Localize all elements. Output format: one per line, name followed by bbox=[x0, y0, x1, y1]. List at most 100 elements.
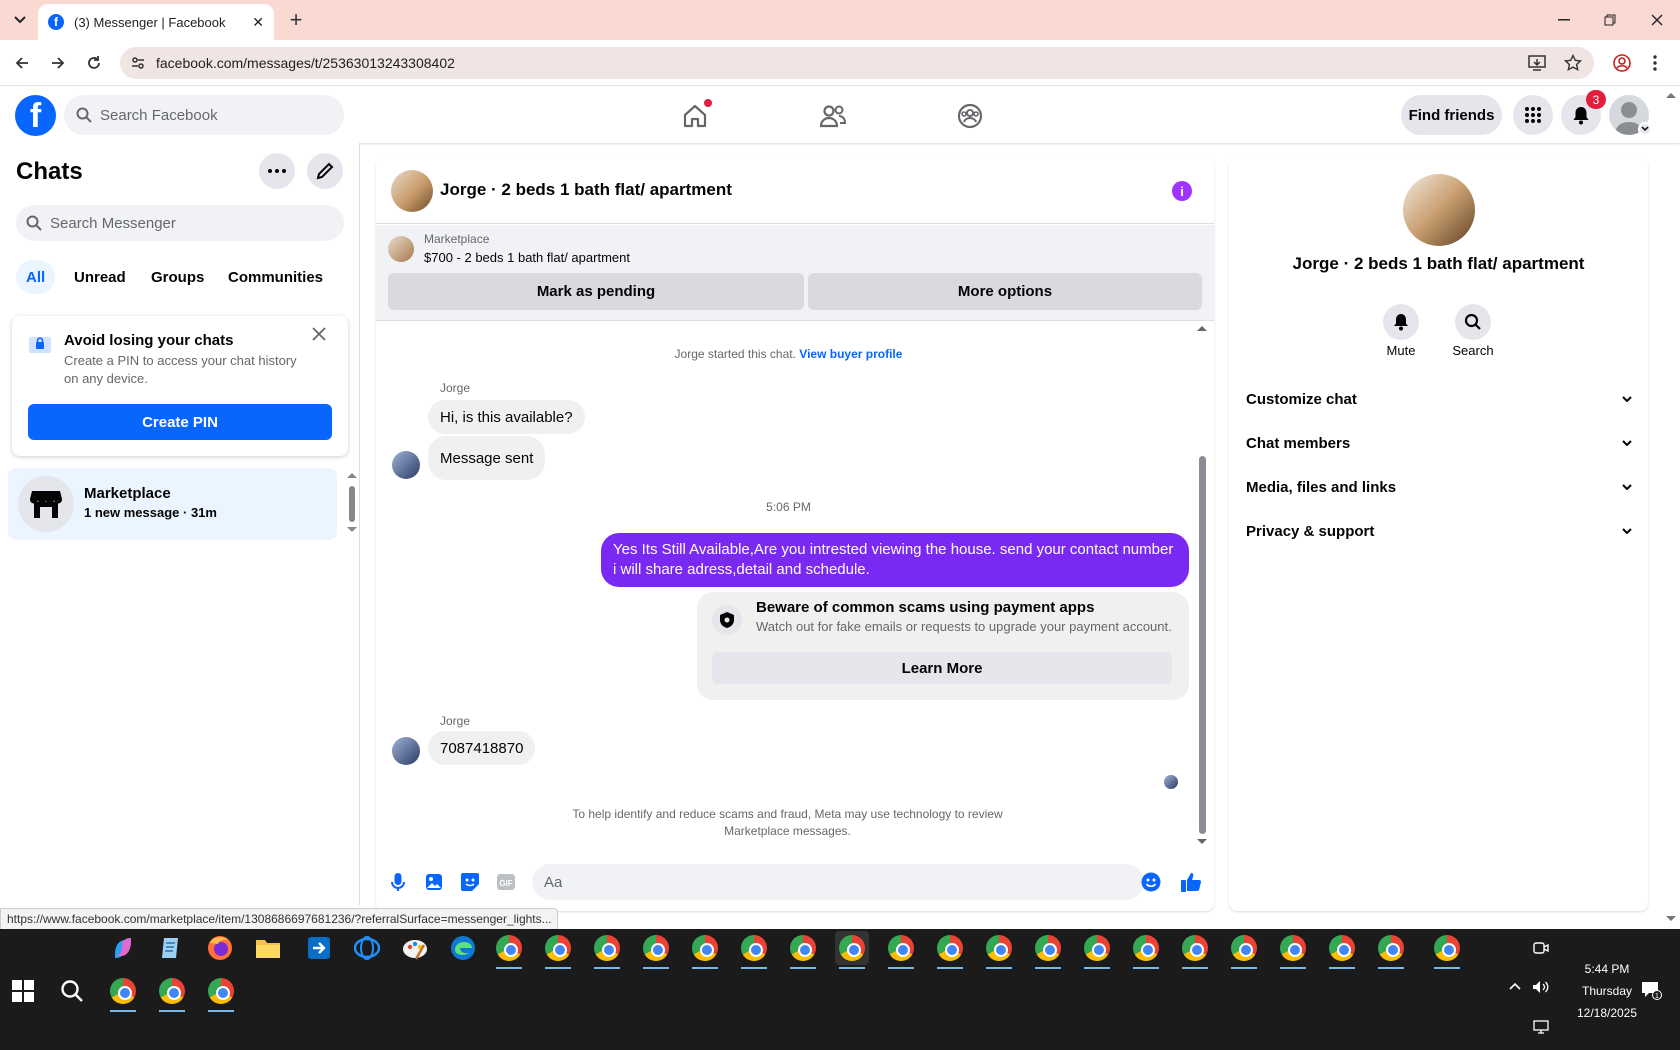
conversation-info-icon[interactable]: i bbox=[1172, 181, 1192, 201]
listing-title[interactable]: $700 - 2 beds 1 bath flat/ apartment bbox=[424, 250, 630, 265]
forward-button[interactable] bbox=[44, 49, 72, 77]
chrome-taskbar-icon[interactable] bbox=[688, 931, 722, 969]
conversation-title[interactable]: Jorge · 2 beds 1 bath flat/ apartment bbox=[440, 180, 732, 200]
new-tab-button[interactable]: + bbox=[284, 7, 308, 32]
meet-now-icon[interactable] bbox=[1533, 940, 1549, 956]
mute-button[interactable] bbox=[1383, 304, 1419, 340]
friends-nav[interactable] bbox=[813, 98, 853, 134]
facebook-search-input[interactable]: Search Facebook bbox=[64, 95, 344, 135]
tab-search-button[interactable] bbox=[8, 8, 32, 32]
filter-communities[interactable]: Communities bbox=[218, 260, 333, 294]
mark-as-pending-button[interactable]: Mark as pending bbox=[388, 273, 804, 310]
tab-close-icon[interactable]: ✕ bbox=[252, 14, 264, 31]
chrome-taskbar-icon[interactable] bbox=[541, 931, 575, 969]
customize-chat-section[interactable]: Customize chat bbox=[1246, 379, 1632, 419]
firefox-icon[interactable] bbox=[203, 931, 237, 965]
show-hidden-icons-chevron-icon[interactable] bbox=[1509, 982, 1521, 990]
bookmark-star-icon[interactable] bbox=[1564, 54, 1582, 72]
sender-avatar[interactable] bbox=[392, 451, 420, 479]
find-friends-button[interactable]: Find friends bbox=[1401, 95, 1502, 135]
file-explorer-icon[interactable] bbox=[251, 931, 285, 965]
page-scroll-down-arrow-icon[interactable] bbox=[1666, 916, 1676, 922]
chrome-taskbar-icon[interactable] bbox=[786, 931, 820, 969]
chrome-taskbar-icon[interactable] bbox=[1129, 931, 1163, 969]
chrome-taskbar-icon[interactable] bbox=[1374, 931, 1408, 969]
browser-tab[interactable]: f (3) Messenger | Facebook ✕ bbox=[38, 4, 274, 40]
account-chevron-icon[interactable] bbox=[1638, 122, 1652, 136]
learn-more-button[interactable]: Learn More bbox=[712, 652, 1172, 684]
chrome-taskbar-icon[interactable] bbox=[204, 974, 238, 1012]
create-pin-button[interactable]: Create PIN bbox=[28, 404, 332, 440]
close-window-button[interactable] bbox=[1645, 8, 1669, 32]
chrome-taskbar-icon[interactable] bbox=[155, 974, 189, 1012]
install-app-icon[interactable] bbox=[1528, 55, 1546, 71]
chrome-taskbar-icon[interactable] bbox=[1227, 931, 1261, 969]
chrome-taskbar-icon[interactable] bbox=[1178, 931, 1212, 969]
chrome-taskbar-icon[interactable] bbox=[1031, 931, 1065, 969]
paint-app-icon[interactable] bbox=[398, 931, 432, 965]
privacy-support-section[interactable]: Privacy & support bbox=[1246, 511, 1632, 551]
emoji-icon[interactable] bbox=[1140, 871, 1162, 893]
facebook-logo[interactable]: f bbox=[15, 95, 56, 136]
chrome-taskbar-icon[interactable] bbox=[1276, 931, 1310, 969]
chrome-taskbar-icon[interactable] bbox=[1430, 931, 1464, 969]
photo-icon[interactable] bbox=[423, 871, 445, 893]
search-in-conversation-button[interactable] bbox=[1455, 304, 1491, 340]
taskbar-search-icon[interactable] bbox=[55, 974, 89, 1008]
menu-grid-button[interactable] bbox=[1513, 95, 1553, 135]
outgoing-message[interactable]: Yes Its Still Available,Are you intreste… bbox=[601, 533, 1189, 587]
filter-all[interactable]: All bbox=[16, 260, 56, 294]
media-files-links-section[interactable]: Media, files and links bbox=[1246, 467, 1632, 507]
notepad-icon[interactable] bbox=[153, 931, 187, 965]
chrome-taskbar-icon[interactable] bbox=[884, 931, 918, 969]
page-scroll-up-arrow-icon[interactable] bbox=[1666, 92, 1676, 98]
sender-avatar[interactable] bbox=[392, 737, 420, 765]
back-button[interactable] bbox=[8, 49, 36, 77]
chrome-taskbar-icon[interactable] bbox=[737, 931, 771, 969]
incoming-message[interactable]: Message sent bbox=[428, 436, 546, 480]
chrome-taskbar-icon[interactable] bbox=[1325, 931, 1359, 969]
notification-center-icon[interactable]: 1 bbox=[1640, 980, 1662, 1000]
filter-groups[interactable]: Groups bbox=[141, 260, 214, 294]
messenger-search-input[interactable]: Search Messenger bbox=[16, 205, 344, 241]
close-icon[interactable] bbox=[312, 327, 326, 341]
chrome-taskbar-icon[interactable] bbox=[639, 931, 673, 969]
restore-button[interactable] bbox=[1598, 8, 1622, 32]
address-bar[interactable]: facebook.com/messages/t/2536301324330840… bbox=[120, 47, 1594, 79]
incoming-message[interactable]: Hi, is this available? bbox=[428, 400, 585, 434]
chrome-taskbar-icon[interactable] bbox=[492, 931, 526, 969]
microphone-icon[interactable] bbox=[387, 871, 409, 893]
chrome-taskbar-icon[interactable] bbox=[982, 931, 1016, 969]
listing-thumbnail[interactable] bbox=[388, 236, 414, 262]
sticker-icon[interactable] bbox=[459, 871, 481, 893]
chats-options-button[interactable] bbox=[259, 153, 295, 189]
scroll-up-arrow-icon[interactable] bbox=[1197, 325, 1207, 331]
chat-members-section[interactable]: Chat members bbox=[1246, 423, 1632, 463]
incoming-message[interactable]: 7087418870 bbox=[428, 731, 536, 765]
browser-menu-icon[interactable] bbox=[1652, 54, 1658, 72]
scroll-up-arrow-icon[interactable] bbox=[347, 472, 357, 478]
details-avatar[interactable] bbox=[1403, 174, 1475, 246]
windows-start-icon[interactable] bbox=[6, 974, 40, 1008]
conversation-avatar[interactable] bbox=[391, 170, 433, 212]
chrome-taskbar-icon-active[interactable] bbox=[835, 931, 869, 969]
message-input[interactable]: Aa bbox=[532, 864, 1144, 900]
reload-button[interactable] bbox=[80, 49, 108, 77]
view-buyer-profile-link[interactable]: View buyer profile bbox=[799, 347, 902, 361]
more-options-button[interactable]: More options bbox=[808, 273, 1202, 310]
remote-app-icon[interactable] bbox=[302, 931, 336, 965]
gif-icon[interactable]: GIF bbox=[495, 871, 517, 893]
copilot-icon[interactable] bbox=[106, 931, 140, 965]
chrome-taskbar-icon[interactable] bbox=[590, 931, 624, 969]
home-nav[interactable] bbox=[675, 98, 715, 134]
minimize-button[interactable] bbox=[1552, 8, 1576, 32]
filter-unread[interactable]: Unread bbox=[64, 260, 136, 294]
chrome-taskbar-icon[interactable] bbox=[106, 974, 140, 1012]
chrome-taskbar-icon[interactable] bbox=[1080, 931, 1114, 969]
profile-icon[interactable] bbox=[1613, 54, 1631, 72]
groups-nav[interactable] bbox=[950, 98, 990, 134]
edge-icon[interactable] bbox=[446, 931, 480, 965]
chrome-taskbar-icon[interactable] bbox=[933, 931, 967, 969]
scroll-down-arrow-icon[interactable] bbox=[1197, 839, 1207, 845]
scroll-down-arrow-icon[interactable] bbox=[347, 527, 357, 533]
